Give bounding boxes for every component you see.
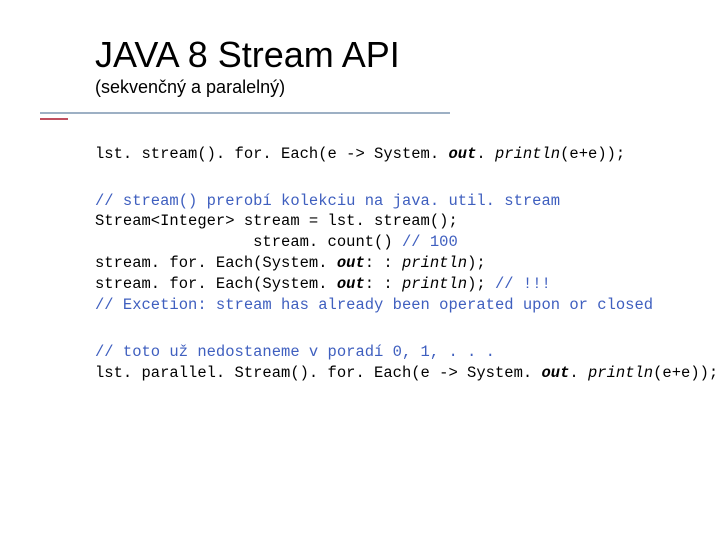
code-out: out	[337, 254, 365, 272]
code-comment: // stream() prerobí kolekciu na java. ut…	[95, 192, 560, 210]
code-comment: // 100	[402, 233, 458, 251]
code-println: println	[402, 275, 467, 293]
code-text: lst. stream(). for. Each(e -> System.	[95, 145, 448, 163]
code-text: );	[467, 275, 495, 293]
code-text: .	[476, 145, 495, 163]
code-println: println	[588, 364, 653, 382]
slide-title: JAVA 8 Stream API	[95, 35, 690, 75]
code-comment: // !!!	[495, 275, 551, 293]
code-out: out	[337, 275, 365, 293]
code-out: out	[541, 364, 569, 382]
code-text: stream. for. Each(System.	[95, 275, 337, 293]
code-block-3: // toto už nedostaneme v poradí 0, 1, . …	[95, 342, 690, 384]
code-println: println	[495, 145, 560, 163]
code-out: out	[448, 145, 476, 163]
code-block-1: lst. stream(). for. Each(e -> System. ou…	[95, 144, 690, 165]
code-text: );	[467, 254, 486, 272]
code-text: stream. for. Each(System.	[95, 254, 337, 272]
code-text: stream. count()	[95, 233, 402, 251]
slide: JAVA 8 Stream API (sekvenčný a paralelný…	[0, 0, 720, 540]
code-text: (e+e));	[560, 145, 625, 163]
code-text: Stream<Integer> stream = lst. stream();	[95, 212, 458, 230]
code-block-2: // stream() prerobí kolekciu na java. ut…	[95, 191, 690, 317]
code-text: lst. parallel. Stream(). for. Each(e -> …	[95, 364, 541, 382]
title-rule	[95, 102, 690, 130]
slide-subtitle: (sekvenčný a paralelný)	[95, 77, 690, 98]
code-comment: // Excetion: stream has already been ope…	[95, 296, 653, 314]
code-println: println	[402, 254, 467, 272]
rule-long	[40, 112, 450, 114]
rule-short	[40, 118, 68, 120]
code-comment: // toto už nedostaneme v poradí 0, 1, . …	[95, 343, 495, 361]
code-text: .	[569, 364, 588, 382]
code-text: (e+e));	[653, 364, 718, 382]
code-text: : :	[365, 275, 402, 293]
code-text: : :	[365, 254, 402, 272]
